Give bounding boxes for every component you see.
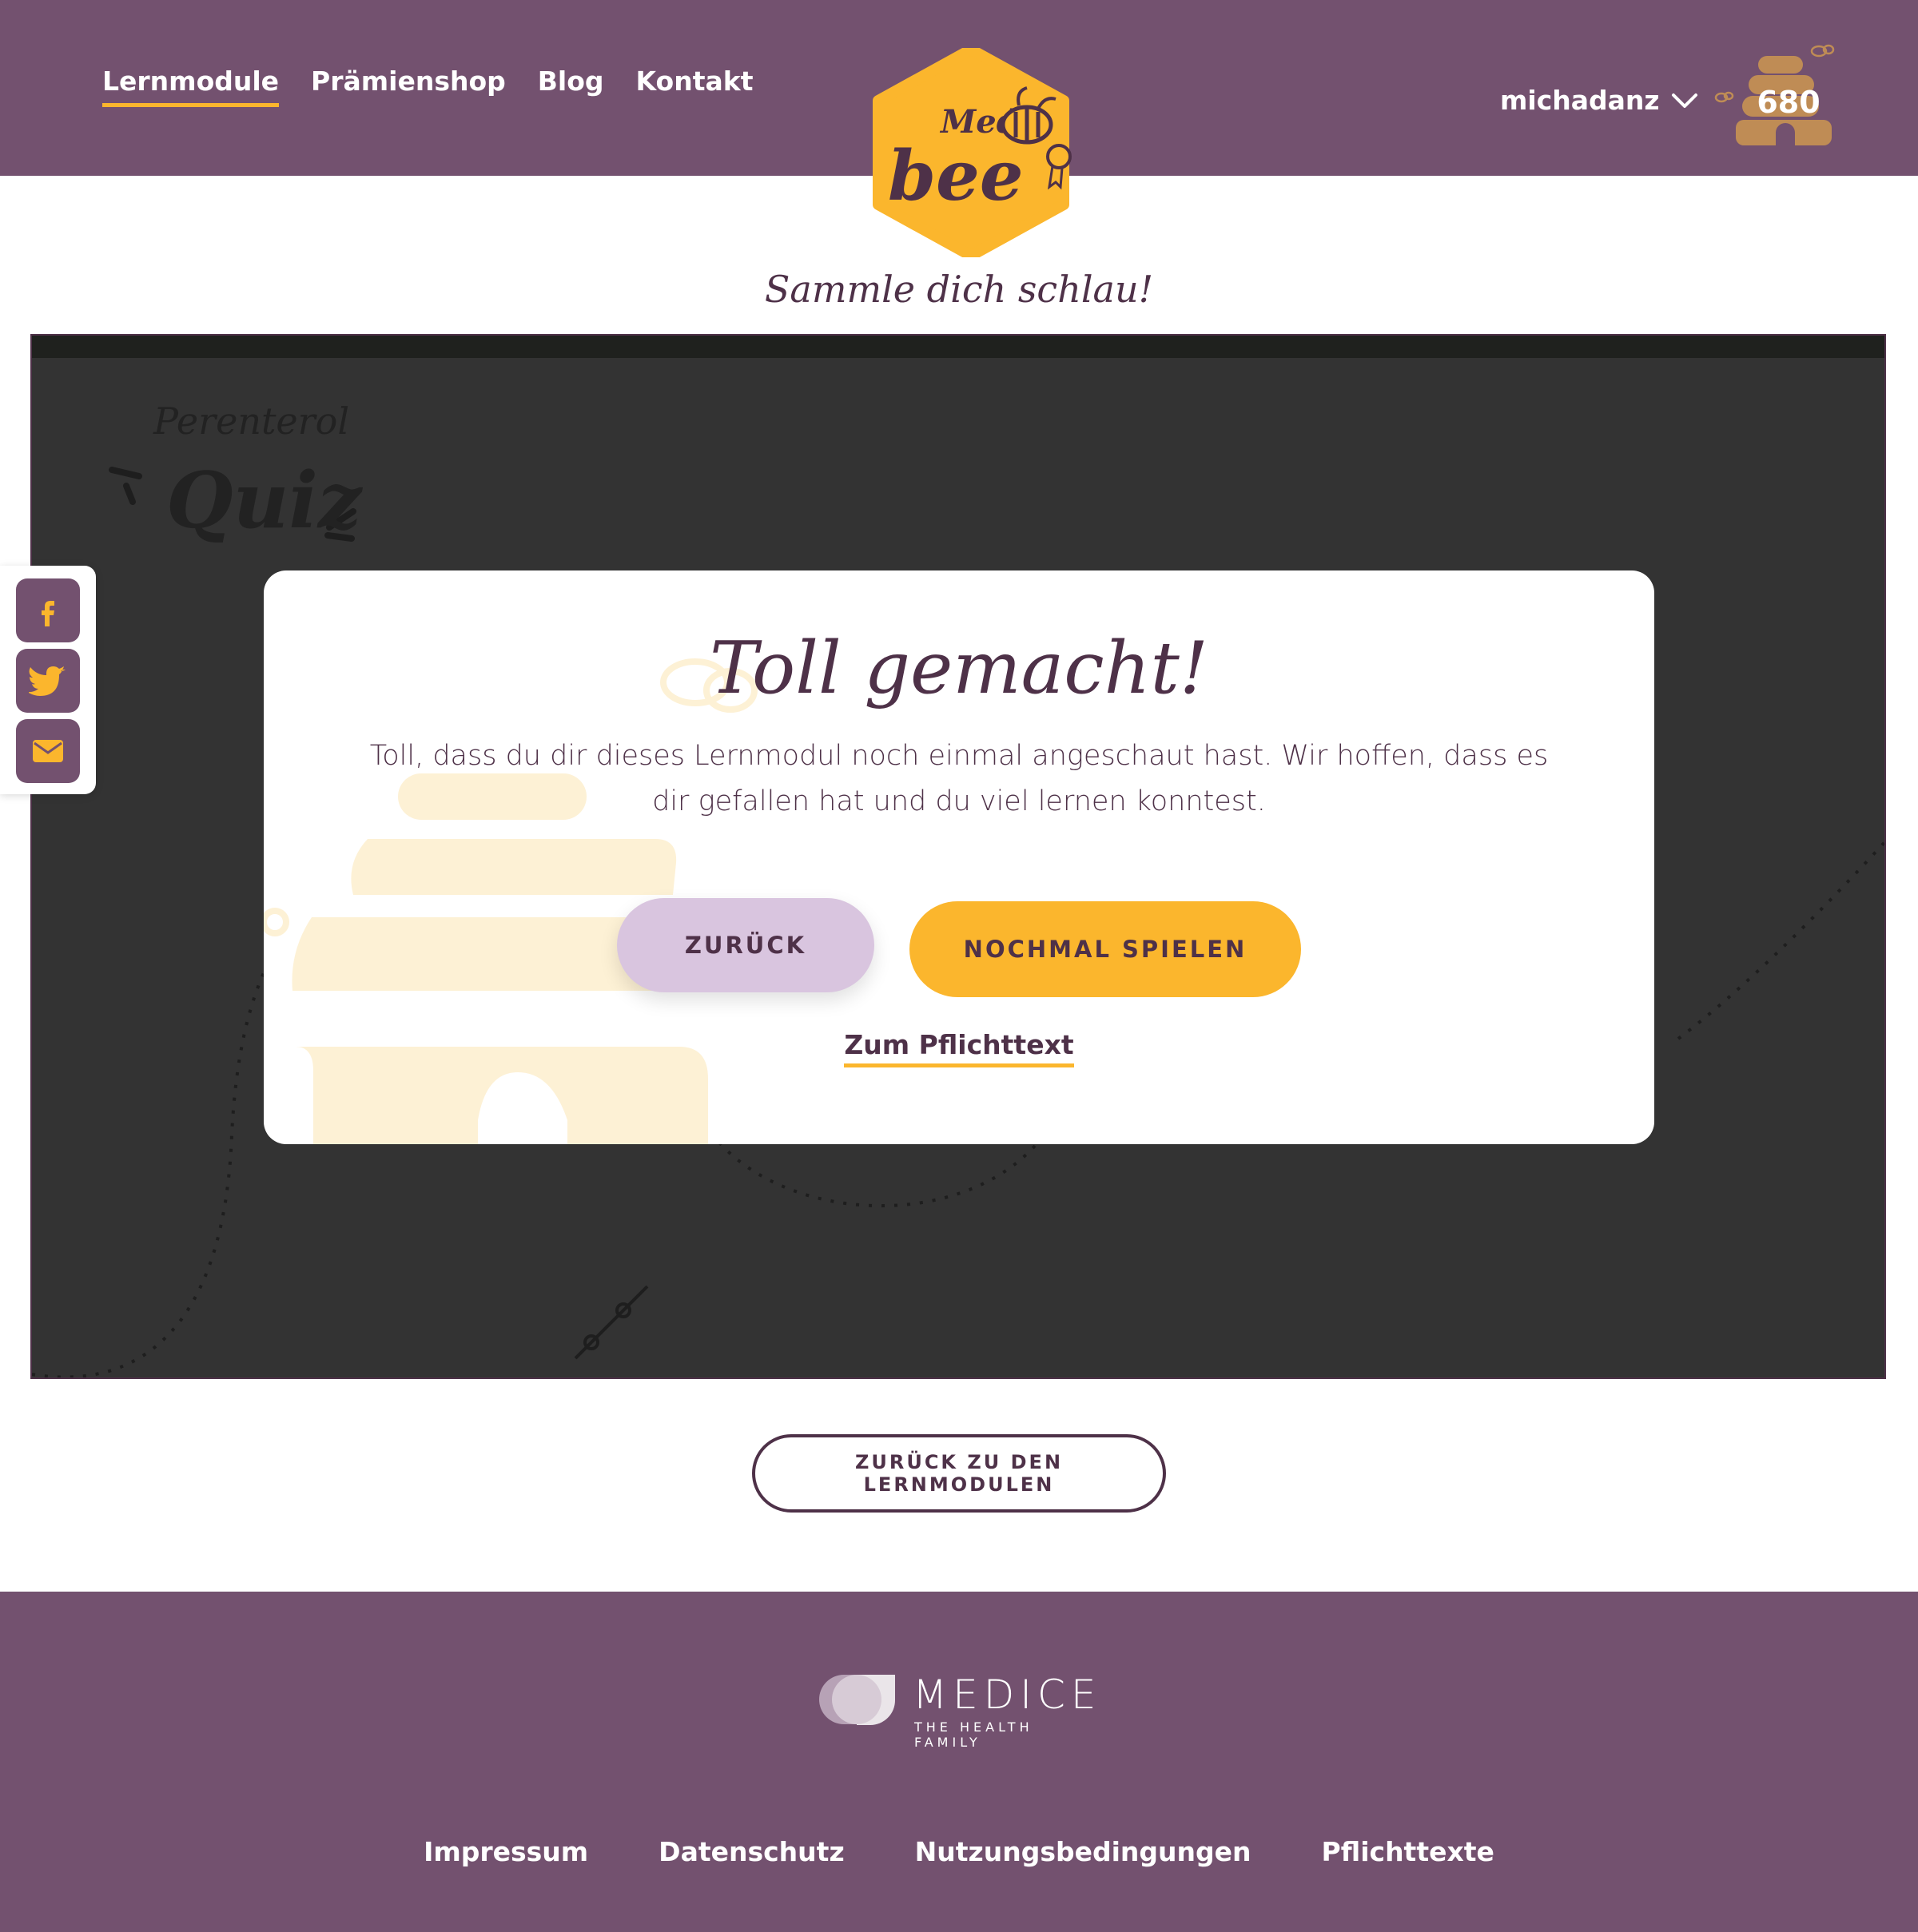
mail-icon <box>33 740 63 762</box>
facebook-icon <box>42 601 54 626</box>
footer: MEDICE THE HEALTH FAMILY Impressum Daten… <box>0 1592 1918 1932</box>
medice-logo[interactable]: MEDICE THE HEALTH FAMILY <box>818 1670 1106 1750</box>
footer-link-impressum[interactable]: Impressum <box>424 1836 588 1867</box>
twitter-icon <box>29 666 66 696</box>
twitter-share-button[interactable] <box>16 649 80 713</box>
back-to-modules-button[interactable]: ZURÜCK ZU DEN LERNMODULEN <box>752 1434 1166 1513</box>
social-share-bar <box>0 566 96 794</box>
facebook-share-button[interactable] <box>16 578 80 642</box>
points-display[interactable]: 680 <box>1702 38 1838 158</box>
nav-kontakt[interactable]: Kontakt <box>636 66 754 107</box>
dialog-title: Toll gemacht! <box>710 626 1208 710</box>
nav-lernmodule[interactable]: Lernmodule <box>102 66 280 107</box>
flower-sprig-icon <box>574 1285 649 1360</box>
pflichttext-link-wrapper: Zum Pflichttext <box>264 1029 1654 1067</box>
nav-praemienshop[interactable]: Prämienshop <box>311 66 506 107</box>
result-dialog: Toll gemacht! Toll, dass du dir dieses L… <box>264 570 1654 1144</box>
medice-name: MEDICE <box>913 1672 1102 1718</box>
quiz-title: Quiz <box>166 455 362 546</box>
pflichttext-link[interactable]: Zum Pflichttext <box>844 1029 1074 1067</box>
tagline: Sammle dich schlau! <box>764 268 1154 311</box>
points-value: 680 <box>1757 85 1821 120</box>
footer-link-datenschutz[interactable]: Datenschutz <box>659 1836 844 1867</box>
dialog-message: Toll, dass du dir dieses Lernmodul noch … <box>369 740 1549 817</box>
footer-link-nutzungsbedingungen[interactable]: Nutzungsbedingungen <box>915 1836 1251 1867</box>
username: michadanz <box>1500 85 1660 116</box>
footer-link-pflichttexte[interactable]: Pflichttexte <box>1322 1836 1494 1867</box>
main-nav: Lernmodule Prämienshop Blog Kontakt <box>102 66 753 107</box>
nav-blog[interactable]: Blog <box>538 66 604 107</box>
back-button[interactable]: ZURÜCK <box>617 898 874 992</box>
email-share-button[interactable] <box>16 719 80 783</box>
user-menu[interactable]: michadanz <box>1500 85 1698 116</box>
medice-tagline: THE HEALTH FAMILY <box>914 1719 1033 1750</box>
footer-links: Impressum Datenschutz Nutzungsbedingunge… <box>0 1836 1918 1867</box>
chevron-down-icon <box>1671 93 1697 108</box>
medice-mark-icon <box>819 1675 895 1725</box>
logo-bee-text: bee <box>888 136 1024 217</box>
medibee-logo[interactable]: Medi bee <box>867 44 1075 261</box>
quiz-subtitle: Perenterol <box>153 400 350 443</box>
play-again-button[interactable]: NOCHMAL SPIELEN <box>909 901 1301 997</box>
